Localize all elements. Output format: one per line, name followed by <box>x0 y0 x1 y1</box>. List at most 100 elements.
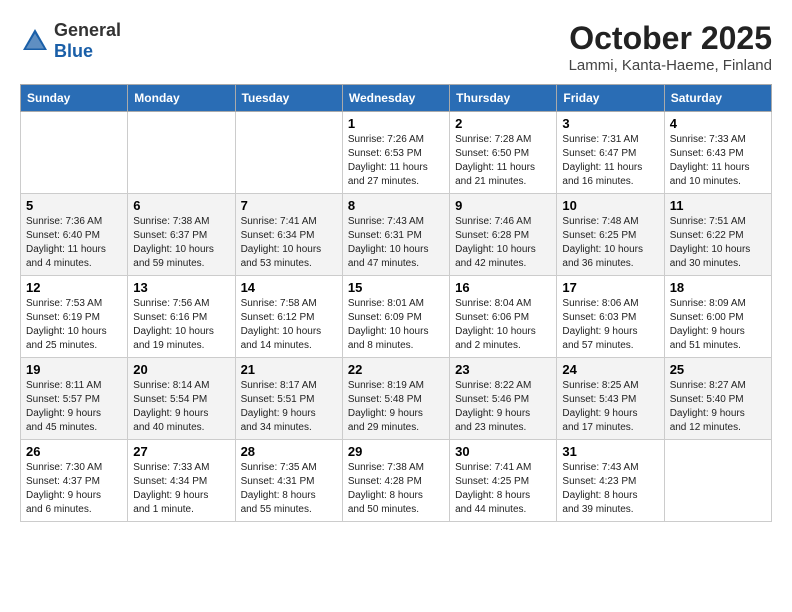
calendar-cell: 25Sunrise: 8:27 AM Sunset: 5:40 PM Dayli… <box>664 358 771 440</box>
calendar-cell: 28 Sunrise: 7:35 AM Sunset: 4:31 PM Dayli… <box>235 440 342 522</box>
calendar-cell: 24 Sunrise: 8:25 AM Sunset: 5:43 PM Dayli… <box>557 358 664 440</box>
day-number: 25 <box>670 362 766 377</box>
weekday-header-friday: Friday <box>557 85 664 112</box>
day-info: Sunrise: 7:56 AM Sunset: 6:16 PM Dayligh… <box>133 297 229 353</box>
calendar-cell: 6 Sunrise: 7:38 AM Sunset: 6:37 PM Daylig… <box>128 194 235 276</box>
week-row-5: 26Sunrise: 7:30 AM Sunset: 4:37 PM Dayli… <box>21 440 772 522</box>
calendar-cell: 23 Sunrise: 8:22 AM Sunset: 5:46 PM Dayli… <box>450 358 557 440</box>
calendar-cell: 4 Sunrise: 7:33 AM Sunset: 6:43 PM Daylig… <box>664 112 771 194</box>
day-info: Sunrise: 8:01 AM Sunset: 6:09 PM Dayligh… <box>348 297 444 353</box>
calendar-cell: 21 Sunrise: 8:17 AM Sunset: 5:51 PM Dayli… <box>235 358 342 440</box>
day-info: Sunrise: 7:51 AM Sunset: 6:22 PM Dayligh… <box>670 215 766 271</box>
day-number: 19 <box>26 362 122 377</box>
day-number: 9 <box>455 198 551 213</box>
calendar-cell: 31 Sunrise: 7:43 AM Sunset: 4:23 PM Dayli… <box>557 440 664 522</box>
calendar-cell: 30 Sunrise: 7:41 AM Sunset: 4:25 PM Dayli… <box>450 440 557 522</box>
calendar-cell: 2 Sunrise: 7:28 AM Sunset: 6:50 PM Daylig… <box>450 112 557 194</box>
logo-icon <box>20 26 50 56</box>
day-number: 3 <box>562 116 658 131</box>
day-number: 22 <box>348 362 444 377</box>
calendar-table: SundayMondayTuesdayWednesdayThursdayFrid… <box>20 84 772 522</box>
day-info: Sunrise: 7:30 AM Sunset: 4:37 PM Dayligh… <box>26 461 122 517</box>
calendar-cell: 12 Sunrise: 7:53 AM Sunset: 6:19 PM Dayli… <box>21 276 128 358</box>
calendar-cell <box>235 112 342 194</box>
week-row-4: 19 Sunrise: 8:11 AM Sunset: 5:57 PM Dayli… <box>21 358 772 440</box>
day-info: Sunrise: 8:17 AM Sunset: 5:51 PM Dayligh… <box>241 379 337 435</box>
day-info: Sunrise: 7:58 AM Sunset: 6:12 PM Dayligh… <box>241 297 337 353</box>
calendar-cell: 3 Sunrise: 7:31 AM Sunset: 6:47 PM Daylig… <box>557 112 664 194</box>
calendar-cell: 18Sunrise: 8:09 AM Sunset: 6:00 PM Dayli… <box>664 276 771 358</box>
day-info: Sunrise: 8:09 AM Sunset: 6:00 PM Dayligh… <box>670 297 766 353</box>
day-info: Sunrise: 8:04 AM Sunset: 6:06 PM Dayligh… <box>455 297 551 353</box>
calendar-cell: 7Sunrise: 7:41 AM Sunset: 6:34 PM Daylig… <box>235 194 342 276</box>
day-info: Sunrise: 7:31 AM Sunset: 6:47 PM Dayligh… <box>562 133 658 189</box>
calendar-cell: 16Sunrise: 8:04 AM Sunset: 6:06 PM Dayli… <box>450 276 557 358</box>
weekday-header-saturday: Saturday <box>664 85 771 112</box>
week-row-2: 5 Sunrise: 7:36 AM Sunset: 6:40 PM Daylig… <box>21 194 772 276</box>
calendar-cell: 17Sunrise: 8:06 AM Sunset: 6:03 PM Dayli… <box>557 276 664 358</box>
day-number: 29 <box>348 444 444 459</box>
day-number: 24 <box>562 362 658 377</box>
day-info: Sunrise: 8:22 AM Sunset: 5:46 PM Dayligh… <box>455 379 551 435</box>
day-number: 10 <box>562 198 658 213</box>
day-number: 12 <box>26 280 122 295</box>
day-number: 4 <box>670 116 766 131</box>
week-row-3: 12 Sunrise: 7:53 AM Sunset: 6:19 PM Dayli… <box>21 276 772 358</box>
day-number: 27 <box>133 444 229 459</box>
day-info: Sunrise: 7:28 AM Sunset: 6:50 PM Dayligh… <box>455 133 551 189</box>
location-title: Lammi, Kanta-Haeme, Finland <box>569 57 772 74</box>
calendar-cell <box>664 440 771 522</box>
day-number: 23 <box>455 362 551 377</box>
day-info: Sunrise: 8:19 AM Sunset: 5:48 PM Dayligh… <box>348 379 444 435</box>
week-row-1: 1 Sunrise: 7:26 AM Sunset: 6:53 PM Daylig… <box>21 112 772 194</box>
logo-general-text: General <box>54 20 121 40</box>
day-number: 21 <box>241 362 337 377</box>
day-number: 5 <box>26 198 122 213</box>
day-number: 1 <box>348 116 444 131</box>
calendar-cell: 10 Sunrise: 7:48 AM Sunset: 6:25 PM Dayli… <box>557 194 664 276</box>
calendar-cell: 26Sunrise: 7:30 AM Sunset: 4:37 PM Dayli… <box>21 440 128 522</box>
day-info: Sunrise: 7:35 AM Sunset: 4:31 PM Dayligh… <box>241 461 337 517</box>
day-info: Sunrise: 7:36 AM Sunset: 6:40 PM Dayligh… <box>26 215 122 271</box>
day-number: 6 <box>133 198 229 213</box>
day-number: 28 <box>241 444 337 459</box>
page: General Blue October 2025 Lammi, Kanta-H… <box>0 0 792 542</box>
calendar-cell: 9Sunrise: 7:46 AM Sunset: 6:28 PM Daylig… <box>450 194 557 276</box>
calendar-cell: 29 Sunrise: 7:38 AM Sunset: 4:28 PM Dayli… <box>342 440 449 522</box>
day-info: Sunrise: 8:06 AM Sunset: 6:03 PM Dayligh… <box>562 297 658 353</box>
calendar-cell <box>21 112 128 194</box>
weekday-header-tuesday: Tuesday <box>235 85 342 112</box>
calendar-cell: 1 Sunrise: 7:26 AM Sunset: 6:53 PM Daylig… <box>342 112 449 194</box>
day-number: 31 <box>562 444 658 459</box>
day-number: 2 <box>455 116 551 131</box>
day-info: Sunrise: 7:38 AM Sunset: 6:37 PM Dayligh… <box>133 215 229 271</box>
logo-blue-text: Blue <box>54 41 93 61</box>
day-info: Sunrise: 7:43 AM Sunset: 6:31 PM Dayligh… <box>348 215 444 271</box>
calendar-cell: 8Sunrise: 7:43 AM Sunset: 6:31 PM Daylig… <box>342 194 449 276</box>
day-number: 14 <box>241 280 337 295</box>
day-number: 30 <box>455 444 551 459</box>
day-info: Sunrise: 7:43 AM Sunset: 4:23 PM Dayligh… <box>562 461 658 517</box>
day-info: Sunrise: 7:38 AM Sunset: 4:28 PM Dayligh… <box>348 461 444 517</box>
day-number: 11 <box>670 198 766 213</box>
day-info: Sunrise: 7:41 AM Sunset: 4:25 PM Dayligh… <box>455 461 551 517</box>
day-info: Sunrise: 7:48 AM Sunset: 6:25 PM Dayligh… <box>562 215 658 271</box>
day-info: Sunrise: 7:53 AM Sunset: 6:19 PM Dayligh… <box>26 297 122 353</box>
day-info: Sunrise: 7:26 AM Sunset: 6:53 PM Dayligh… <box>348 133 444 189</box>
weekday-header-row: SundayMondayTuesdayWednesdayThursdayFrid… <box>21 85 772 112</box>
day-info: Sunrise: 7:33 AM Sunset: 6:43 PM Dayligh… <box>670 133 766 189</box>
day-number: 7 <box>241 198 337 213</box>
day-info: Sunrise: 8:11 AM Sunset: 5:57 PM Dayligh… <box>26 379 122 435</box>
header: General Blue October 2025 Lammi, Kanta-H… <box>20 20 772 74</box>
weekday-header-monday: Monday <box>128 85 235 112</box>
title-block: October 2025 Lammi, Kanta-Haeme, Finland <box>569 20 772 74</box>
weekday-header-wednesday: Wednesday <box>342 85 449 112</box>
day-info: Sunrise: 8:25 AM Sunset: 5:43 PM Dayligh… <box>562 379 658 435</box>
calendar-cell: 19 Sunrise: 8:11 AM Sunset: 5:57 PM Dayli… <box>21 358 128 440</box>
calendar-cell: 27Sunrise: 7:33 AM Sunset: 4:34 PM Dayli… <box>128 440 235 522</box>
calendar-cell: 15Sunrise: 8:01 AM Sunset: 6:09 PM Dayli… <box>342 276 449 358</box>
calendar-cell: 11 Sunrise: 7:51 AM Sunset: 6:22 PM Dayli… <box>664 194 771 276</box>
calendar-cell: 5 Sunrise: 7:36 AM Sunset: 6:40 PM Daylig… <box>21 194 128 276</box>
month-title: October 2025 <box>569 20 772 57</box>
calendar-cell: 20Sunrise: 8:14 AM Sunset: 5:54 PM Dayli… <box>128 358 235 440</box>
